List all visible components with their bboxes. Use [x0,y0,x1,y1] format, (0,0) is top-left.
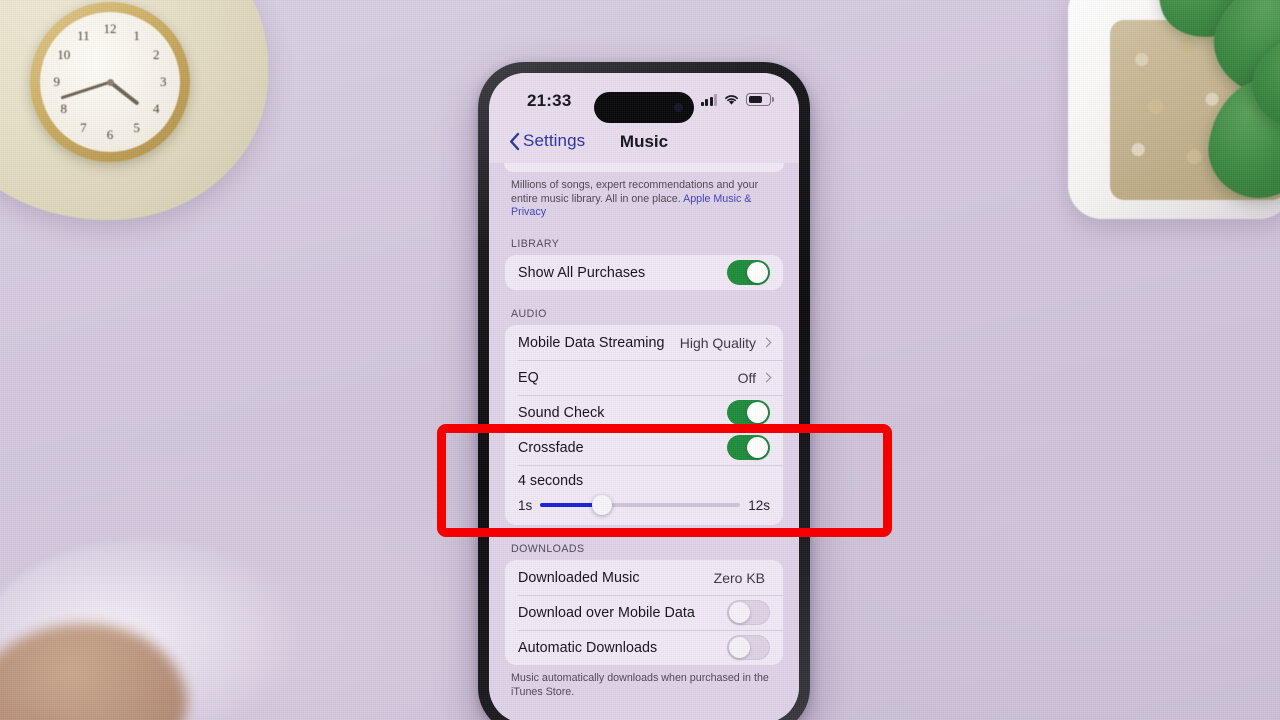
desk-scene: 12 1 2 3 4 5 6 7 8 9 10 11 21:33 Setting… [0,0,1280,720]
toggle-knob [746,261,769,284]
row-crossfade[interactable]: Crossfade [505,430,783,465]
row-label: Crossfade [518,439,584,456]
wifi-icon [725,95,738,105]
toggle-knob [746,401,769,424]
clock-numeral: 7 [80,120,87,136]
row-label: Mobile Data Streaming [518,334,665,351]
toggle-knob [746,436,769,459]
row-eq[interactable]: EQ Off [505,360,783,395]
page-title: Music [619,132,669,151]
row-label: Show All Purchases [518,264,646,281]
row-label: Automatic Downloads [518,639,658,656]
crossfade-slider[interactable] [540,495,741,516]
clock-numeral: 5 [133,120,140,136]
slider-max-label: 12s [748,497,770,513]
battery-level [748,95,762,104]
front-camera-icon [674,103,683,112]
clock-center-pin [106,78,114,86]
back-button[interactable]: Settings [509,131,585,151]
downloads-card: Downloaded Music Zero KB Download over M… [505,560,783,666]
clock-minute-hand [60,80,111,100]
clock-numeral: 2 [152,47,160,63]
chevron-right-icon [761,337,772,348]
back-label: Settings [523,131,586,150]
row-label: Downloaded Music [518,569,640,586]
status-bar: 21:33 [489,73,799,125]
row-mobile-data-streaming[interactable]: Mobile Data Streaming High Quality [505,325,783,360]
toggle-automatic-downloads[interactable] [727,635,770,661]
row-label: Download over Mobile Data [518,604,695,621]
row-label: EQ [518,369,539,386]
clock-numeral: 4 [152,100,160,116]
marble-clock-object: 12 1 2 3 4 5 6 7 8 9 10 11 [0,0,268,220]
audio-card: Mobile Data Streaming High Quality EQ Of… [505,325,783,526]
cellular-bars-icon [700,93,717,106]
chevron-left-icon [510,132,520,150]
section-header-library: LIBRARY [511,238,560,251]
settings-scroll-area[interactable]: Millions of songs, expert recommendation… [489,163,799,720]
iphone-device: 21:33 Settings Music Millions of songs, … [478,62,810,720]
battery-icon [746,93,774,106]
clock-face: 12 1 2 3 4 5 6 7 8 9 10 11 [40,12,180,152]
clock-numeral: 3 [159,74,167,89]
clock-numeral: 12 [103,20,117,36]
clock-numeral: 8 [60,100,68,116]
previous-card-cutoff [504,163,784,172]
slider-min-label: 1s [518,497,533,513]
row-download-over-mobile-data[interactable]: Download over Mobile Data [505,595,783,630]
clock-numeral: 1 [133,27,140,43]
status-time: 21:33 [527,91,572,110]
status-icons [700,93,774,106]
toggle-download-over-mobile-data[interactable] [727,600,770,626]
row-label: Sound Check [518,404,605,421]
row-show-all-purchases[interactable]: Show All Purchases [505,255,783,290]
crossfade-value-label: 4 seconds [518,473,584,490]
toggle-knob [728,636,751,659]
downloads-footnote: Music automatically downloads when purch… [511,672,769,698]
potted-plant-object [1060,0,1280,224]
dynamic-island [594,92,694,123]
row-sound-check[interactable]: Sound Check [505,395,783,430]
row-value: Zero KB [713,569,765,586]
clock-numeral: 6 [106,127,114,143]
chevron-right-icon [761,372,772,383]
crossfade-duration-control[interactable]: 4 seconds 1s 12s [505,465,783,525]
row-value: High Quality [679,334,756,351]
row-automatic-downloads[interactable]: Automatic Downloads [505,630,783,665]
section-header-downloads: DOWNLOADS [511,543,585,556]
toggle-crossfade[interactable] [727,435,770,461]
clock-bezel: 12 1 2 3 4 5 6 7 8 9 10 11 [30,2,190,162]
apple-music-footnote: Millions of songs, expert recommendation… [505,172,783,220]
phone-screen: 21:33 Settings Music Millions of songs, … [489,73,799,720]
toggle-show-all-purchases[interactable] [727,260,770,286]
clock-numeral: 11 [77,27,90,43]
library-card: Show All Purchases [505,255,783,291]
navigation-bar: Settings Music [489,125,799,163]
blurred-thumb [0,712,77,720]
crossfade-slider-line: 1s 12s [518,495,770,516]
row-value: Off [737,369,756,386]
toggle-sound-check[interactable] [727,400,770,426]
clock-numeral: 10 [57,47,71,63]
clock-numeral: 9 [53,74,61,89]
toggle-knob [728,601,751,624]
slider-thumb[interactable] [592,495,613,516]
row-downloaded-music[interactable]: Downloaded Music Zero KB [505,560,783,595]
section-header-audio: AUDIO [511,308,547,321]
